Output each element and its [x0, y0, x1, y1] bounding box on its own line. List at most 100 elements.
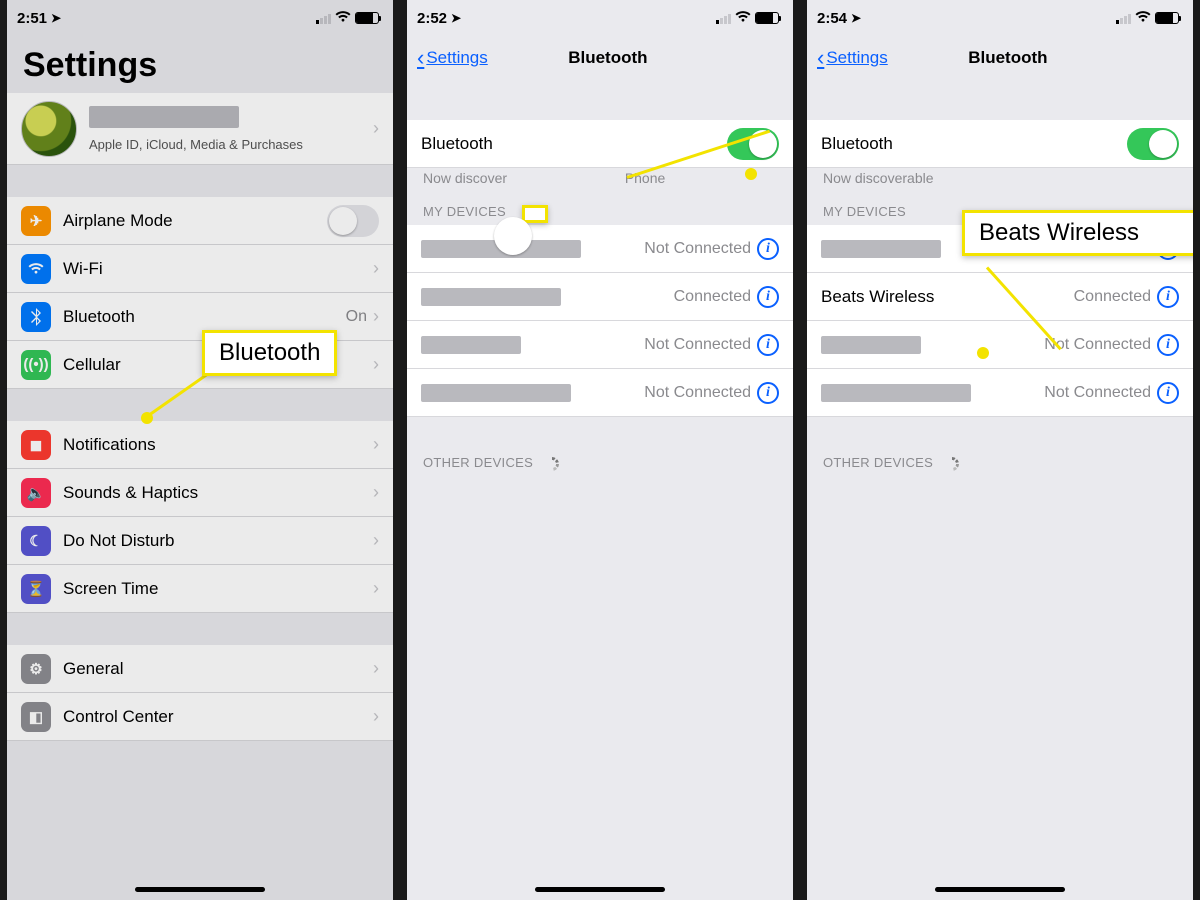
status-bar: 2:52 ➤ [407, 0, 793, 36]
device-name-redacted [421, 288, 561, 306]
airplane-toggle[interactable] [327, 205, 379, 237]
bluetooth-toggle-row[interactable]: Bluetooth [807, 120, 1193, 168]
status-time: 2:52 [417, 10, 447, 27]
row-label: Do Not Disturb [63, 531, 174, 551]
device-row[interactable]: Connected i [407, 273, 793, 321]
chevron-right-icon: › [373, 706, 379, 727]
row-screentime[interactable]: ⏳ Screen Time › [7, 565, 393, 613]
row-label: Bluetooth [421, 134, 493, 154]
device-status: Not Connected [1044, 336, 1151, 354]
page-title: Settings [7, 36, 393, 93]
home-indicator[interactable] [935, 887, 1065, 892]
battery-icon [755, 12, 779, 24]
location-icon: ➤ [451, 11, 461, 25]
spinner-icon [545, 457, 559, 471]
info-icon[interactable]: i [757, 382, 779, 404]
chevron-right-icon: › [373, 258, 379, 279]
device-name-redacted [821, 240, 941, 258]
bluetooth-toggle[interactable] [1127, 128, 1179, 160]
chevron-right-icon: › [373, 482, 379, 503]
chevron-right-icon: › [373, 434, 379, 455]
device-status: Not Connected [644, 336, 751, 354]
profile-name-redacted [89, 106, 239, 128]
cellular-signal-icon [316, 12, 331, 24]
info-icon[interactable]: i [1157, 382, 1179, 404]
cellular-row-icon: ((•)) [21, 350, 51, 380]
bluetooth-toggle-row[interactable]: Bluetooth [407, 120, 793, 168]
device-status: Not Connected [1044, 384, 1151, 402]
row-wifi[interactable]: Wi-Fi › [7, 245, 393, 293]
chevron-left-icon: ‹ [417, 45, 424, 71]
dnd-icon: ☾ [21, 526, 51, 556]
status-bar: 2:54 ➤ [807, 0, 1193, 36]
info-icon[interactable]: i [757, 286, 779, 308]
panel-bluetooth-beats: 2:54 ➤ ‹ Settings Bluetooth Bluetooth No… [800, 0, 1200, 900]
wifi-icon [335, 11, 351, 26]
row-sounds[interactable]: 🔈 Sounds & Haptics › [7, 469, 393, 517]
device-status: Connected [1074, 288, 1151, 306]
device-row[interactable]: Not Connected i [407, 369, 793, 417]
nav-bar: ‹ Settings Bluetooth [407, 36, 793, 80]
callout-dot [977, 347, 989, 359]
battery-icon [355, 12, 379, 24]
info-icon[interactable]: i [757, 334, 779, 356]
screentime-icon: ⏳ [21, 574, 51, 604]
general-icon: ⚙ [21, 654, 51, 684]
row-notifications[interactable]: ◼ Notifications › [7, 421, 393, 469]
device-status: Connected [674, 288, 751, 306]
bluetooth-row-icon [21, 302, 51, 332]
row-label: Bluetooth [63, 307, 135, 327]
row-label: Notifications [63, 435, 156, 455]
row-airplane-mode[interactable]: ✈ Airplane Mode [7, 197, 393, 245]
panel-bluetooth-toggle: 2:52 ➤ ‹ Settings Bluetooth Bluetooth No… [400, 0, 800, 900]
chevron-right-icon: › [373, 530, 379, 551]
status-bar: 2:51 ➤ [7, 0, 393, 36]
chevron-right-icon: › [373, 578, 379, 599]
home-indicator[interactable] [135, 887, 265, 892]
location-icon: ➤ [51, 11, 61, 25]
wifi-icon [1135, 11, 1151, 26]
apple-id-row[interactable]: Apple ID, iCloud, Media & Purchases › [7, 93, 393, 165]
notifications-icon: ◼ [21, 430, 51, 460]
status-time: 2:51 [17, 10, 47, 27]
row-label: General [63, 659, 123, 679]
row-label: Bluetooth [821, 134, 893, 154]
other-devices-header: OTHER DEVICES [407, 447, 793, 477]
spinner-icon [945, 457, 959, 471]
info-icon[interactable]: i [757, 238, 779, 260]
device-row[interactable]: Not Connected i [807, 369, 1193, 417]
callout-toggle [522, 205, 548, 223]
device-row[interactable]: Not Connected i [407, 321, 793, 369]
device-name-redacted [421, 336, 521, 354]
discoverable-text: Now discoverable [807, 168, 1193, 196]
device-row[interactable]: Not Connected i [407, 225, 793, 273]
device-status: Not Connected [644, 240, 751, 258]
home-indicator[interactable] [535, 887, 665, 892]
my-devices-header: MY DEVICES [407, 196, 793, 225]
device-name-redacted [821, 336, 921, 354]
wifi-row-icon [21, 254, 51, 284]
row-label: Airplane Mode [63, 211, 173, 231]
device-name-redacted [421, 384, 571, 402]
airplane-icon: ✈ [21, 206, 51, 236]
row-label: Screen Time [63, 579, 158, 599]
cellular-signal-icon [1116, 12, 1131, 24]
cellular-signal-icon [716, 12, 731, 24]
device-name: Beats Wireless [821, 287, 934, 307]
nav-title: Bluetooth [433, 48, 783, 68]
row-label: Control Center [63, 707, 174, 727]
row-general[interactable]: ⚙ General › [7, 645, 393, 693]
callout-dot [745, 168, 757, 180]
info-icon[interactable]: i [1157, 334, 1179, 356]
control-center-icon: ◧ [21, 702, 51, 732]
device-name-redacted [821, 384, 971, 402]
device-row[interactable]: Not Connected i [807, 321, 1193, 369]
device-status: Not Connected [644, 384, 751, 402]
nav-title: Bluetooth [833, 48, 1183, 68]
row-control-center[interactable]: ◧ Control Center › [7, 693, 393, 741]
info-icon[interactable]: i [1157, 286, 1179, 308]
nav-bar: ‹ Settings Bluetooth [807, 36, 1193, 80]
avatar [21, 101, 77, 157]
row-dnd[interactable]: ☾ Do Not Disturb › [7, 517, 393, 565]
status-time: 2:54 [817, 10, 847, 27]
